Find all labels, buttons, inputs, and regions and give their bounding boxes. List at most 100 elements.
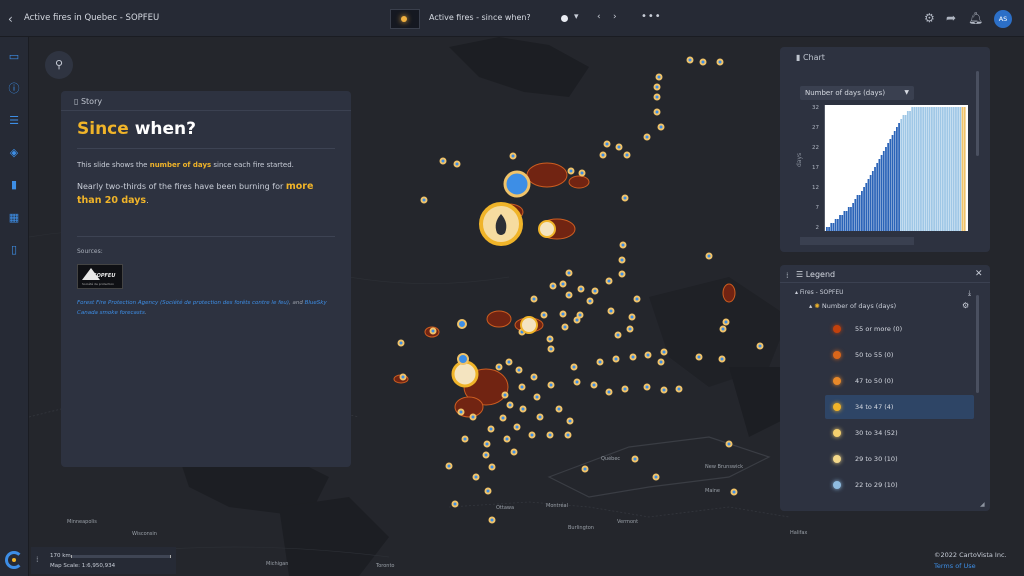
legend-item[interactable]: 30 to 34 (52) [825, 421, 974, 445]
prev-slide-button[interactable]: ‹ [597, 12, 601, 22]
legend-item[interactable]: 29 to 30 (10) [825, 447, 974, 471]
chart-bar [935, 107, 938, 231]
map-label-maine: Maine [705, 488, 721, 494]
chart-bar [913, 107, 916, 231]
chart-bar [871, 171, 874, 231]
chart-bar [931, 107, 933, 231]
chart-icon[interactable]: ▮ [7, 178, 21, 192]
terms-of-use-link[interactable]: Terms of Use [934, 562, 976, 570]
story-title-rest: when? [128, 119, 197, 139]
chart-panel: ▮ Chart Number of days (days) ▼ days 32 2… [780, 47, 990, 252]
chart-variable-select[interactable]: Number of days (days) ▼ [800, 86, 914, 100]
resize-handle-icon[interactable]: ◢ [980, 501, 985, 508]
fire-symbol-icon: ✺ [814, 302, 822, 310]
gear-icon[interactable]: ⚙ [924, 11, 935, 25]
map-label-ottawa: Ottawa [496, 505, 515, 511]
slide-dropdown-icon[interactable]: ▾ [574, 12, 579, 22]
slide-dot-active[interactable] [561, 15, 568, 22]
book-icon[interactable]: ▯ [7, 243, 21, 257]
chart-bar [898, 123, 900, 231]
chart-bar [948, 107, 951, 231]
legend-item-label: 47 to 50 (0) [855, 377, 894, 385]
chart-bar [830, 223, 833, 231]
chart-bar [909, 111, 911, 231]
drag-handle-icon[interactable]: ⁞ [786, 271, 789, 280]
chart-bar [941, 107, 944, 231]
chart-bar [891, 135, 894, 231]
chart-bar [937, 107, 940, 231]
chart-bar [880, 155, 883, 231]
chart-panel-scrollbar[interactable] [976, 71, 979, 156]
map-label-toronto: Toronto [376, 563, 395, 569]
legend-item[interactable]: 22 to 29 (10) [825, 473, 974, 497]
chart-bar [882, 151, 885, 231]
source-link-sopfeu[interactable]: Forest Fire Protection Agency (Société d… [77, 300, 289, 306]
chart-bar [852, 203, 855, 231]
layers-icon[interactable]: ◈ [7, 146, 21, 160]
legend-item[interactable]: 55 or more (0) [825, 317, 974, 341]
cartovista-logo-icon[interactable] [5, 551, 23, 569]
scale-bar [71, 555, 171, 558]
drag-handle-icon[interactable]: ⁞ [36, 555, 39, 564]
chart-bar [858, 195, 861, 231]
map-label-new-brunswick: New Brunswick [705, 464, 744, 470]
legend-item[interactable]: 47 to 50 (0) [825, 369, 974, 393]
chart-bar [889, 139, 892, 231]
legend-item[interactable]: 50 to 55 (0) [825, 343, 974, 367]
chart-bar [856, 195, 859, 231]
story-header: ▯ Story [74, 97, 102, 106]
slide-thumbnail[interactable] [390, 9, 420, 29]
chart-bar [911, 107, 914, 231]
legend-panel: ⁞ ☰ Legend ✕ ▴ Fires - SOPFEU ⤓ ▴ ✺ Numb… [780, 265, 990, 511]
chart-bars[interactable] [824, 105, 968, 231]
close-icon[interactable]: ✕ [975, 269, 983, 279]
legend-layer-row[interactable]: ▴ Fires - SOPFEU [795, 289, 844, 296]
next-slide-button[interactable]: › [613, 12, 617, 22]
chart-y-axis-label: days [796, 152, 803, 167]
chart-bar [900, 119, 903, 231]
chart-bar [876, 163, 879, 231]
share-icon[interactable]: ➦ [946, 11, 956, 25]
chart-bar [922, 107, 925, 231]
chart-bar [893, 131, 896, 231]
slide-title: Active fires - since when? [429, 13, 531, 22]
chart-bar [950, 107, 953, 231]
map-search-button[interactable]: ⚲ [45, 51, 73, 79]
chart-bar [850, 207, 852, 231]
legend-swatch-icon [833, 481, 841, 489]
chart-bar [944, 107, 946, 231]
legend-sublayer-row[interactable]: ▴ ✺ Number of days (days) [809, 302, 896, 310]
top-bar: ‹ Active fires in Quebec - SOPFEU Active… [0, 0, 1024, 37]
legend-layer-label: Fires - SOPFEU [799, 289, 844, 296]
legend-scrollbar[interactable] [976, 295, 979, 393]
chart-bar [933, 107, 935, 231]
legend-item-label: 50 to 55 (0) [855, 351, 894, 359]
info-icon[interactable]: ⓘ [7, 82, 21, 96]
chart-scrollbar[interactable] [800, 237, 914, 245]
map-scale-text: Map Scale: 1:6,950,934 [50, 563, 116, 569]
more-options-button[interactable]: ••• [641, 11, 662, 22]
map-label-halifax: Halifax [790, 530, 808, 536]
gear-icon[interactable]: ⚙ [962, 301, 969, 310]
user-avatar[interactable]: AS [994, 10, 1012, 28]
chart-ytick: 32 [812, 105, 819, 111]
table-icon[interactable]: ▦ [7, 211, 21, 225]
chart-bar [928, 107, 931, 231]
chart-bar [924, 107, 927, 231]
legend-item-selected[interactable]: 34 to 47 (4) [825, 395, 974, 419]
legend-sublayer-label: Number of days (days) [821, 302, 897, 310]
chart-bar [887, 143, 890, 231]
bell-icon[interactable]: 🔔︎ [968, 11, 983, 25]
chart-bar [845, 211, 848, 231]
download-icon[interactable]: ⤓ [968, 289, 971, 298]
sopfeu-logo: SOPFEU Société de protection [77, 264, 123, 289]
list-icon[interactable]: ☰ [7, 114, 21, 128]
back-chevron-icon[interactable]: ‹ [8, 12, 13, 26]
chart-bar [896, 127, 898, 231]
chart-bar [867, 179, 870, 231]
chart-bar [902, 115, 905, 231]
map-icon[interactable]: ▭ [7, 50, 21, 64]
chart-bar [832, 223, 835, 231]
chart-bar [915, 107, 918, 231]
story-title: Since when? [77, 119, 196, 139]
